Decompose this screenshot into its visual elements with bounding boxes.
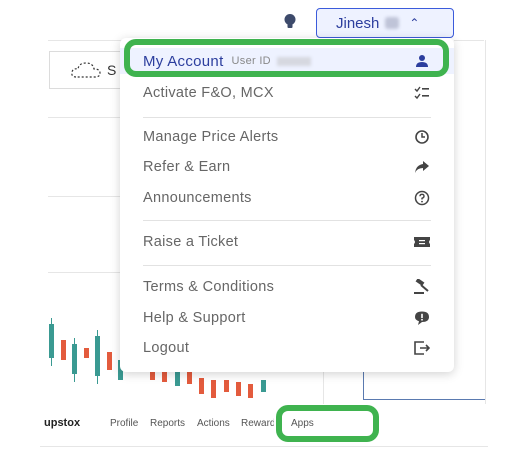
logout-item[interactable]: Logout — [120, 334, 454, 362]
candle — [84, 348, 89, 358]
chevron-up-icon: ⌃ — [409, 16, 420, 30]
candle — [236, 382, 241, 396]
candle — [224, 380, 229, 392]
grid-line — [48, 196, 122, 197]
panel-border — [485, 40, 486, 404]
help-circle-icon — [412, 188, 432, 208]
candle — [211, 380, 216, 398]
nav-profile[interactable]: Profile — [110, 418, 138, 429]
manage-price-alerts-label: Manage Price Alerts — [143, 129, 279, 145]
share-arrow-icon — [412, 157, 432, 177]
menu-divider — [143, 265, 431, 266]
account-dropdown-menu: My Account User ID Activate F&O, MCX Man… — [120, 38, 454, 372]
user-name-redacted — [385, 17, 400, 29]
checklist-icon — [412, 83, 432, 103]
refer-earn-item[interactable]: Refer & Earn — [120, 153, 454, 181]
candle — [199, 378, 204, 394]
bottom-divider — [40, 446, 488, 447]
candle — [162, 372, 167, 382]
lightbulb-icon[interactable] — [282, 13, 298, 31]
apps-highlight — [276, 405, 379, 442]
candle — [107, 352, 112, 370]
terms-conditions-label: Terms & Conditions — [143, 279, 275, 295]
refer-earn-label: Refer & Earn — [143, 159, 231, 175]
announcements-label: Announcements — [143, 190, 252, 206]
candle — [175, 372, 180, 386]
cloud-icon — [71, 62, 101, 78]
help-support-item[interactable]: Help & Support — [120, 304, 454, 332]
menu-divider — [143, 220, 431, 221]
terms-conditions-item[interactable]: Terms & Conditions — [120, 273, 454, 301]
grid-line — [48, 117, 122, 118]
candle-wick — [51, 318, 52, 366]
grid-line — [454, 40, 484, 41]
user-menu-button[interactable]: Jinesh ⌃ — [316, 8, 454, 38]
announcements-item[interactable]: Announcements — [120, 184, 454, 212]
candle — [261, 380, 266, 392]
grid-line — [323, 372, 324, 404]
ticket-icon — [412, 232, 432, 252]
menu-divider — [143, 117, 431, 118]
logout-icon — [412, 338, 432, 358]
candle-wick — [97, 330, 98, 384]
clock-alert-icon — [412, 127, 432, 147]
logout-label: Logout — [143, 340, 190, 356]
raise-ticket-label: Raise a Ticket — [143, 234, 239, 250]
candle — [248, 384, 253, 398]
mini-chart — [363, 372, 485, 400]
raise-ticket-item[interactable]: Raise a Ticket — [120, 228, 454, 256]
candle-wick — [74, 338, 75, 382]
candle — [150, 372, 155, 380]
cloud-label: S — [107, 62, 117, 78]
candle — [187, 372, 192, 384]
help-support-label: Help & Support — [143, 310, 246, 326]
nav-actions[interactable]: Actions — [197, 418, 230, 429]
nav-reports[interactable]: Reports — [150, 418, 185, 429]
cloud-widget[interactable]: S — [49, 51, 127, 89]
my-account-highlight — [124, 39, 449, 77]
grid-line — [48, 40, 122, 41]
nav-rewards[interactable]: Rewards — [241, 418, 274, 429]
user-name: Jinesh — [336, 14, 380, 32]
brand-logo[interactable]: upstox — [44, 417, 80, 429]
candle — [61, 340, 66, 360]
chat-bubble-icon — [412, 308, 432, 328]
grid-line — [48, 272, 122, 273]
activate-fno-label: Activate F&O, MCX — [143, 85, 274, 101]
manage-price-alerts-item[interactable]: Manage Price Alerts — [120, 123, 454, 151]
gavel-icon — [412, 277, 432, 297]
activate-fno-item[interactable]: Activate F&O, MCX — [120, 79, 454, 107]
